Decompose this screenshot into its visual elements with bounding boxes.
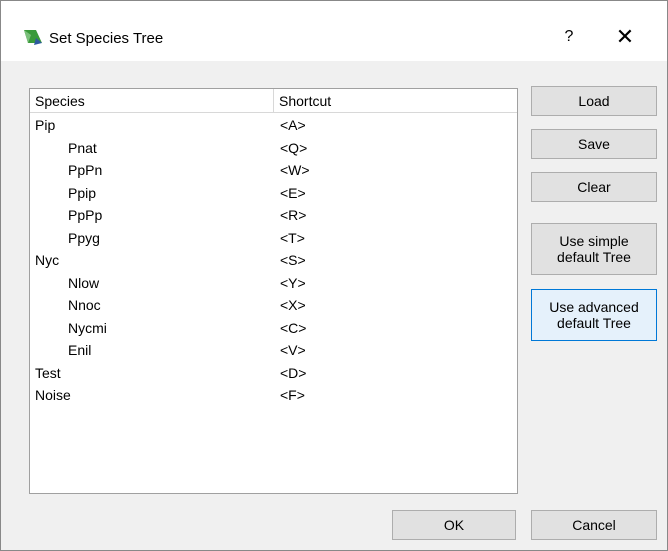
species-shortcut: <Y>: [280, 274, 306, 291]
load-button[interactable]: Load: [531, 86, 657, 116]
tree-rows: Pip <A> Pnat <Q> PpPn <W> Ppip <E> PpPp <R> Ppyg <T…: [30, 114, 517, 407]
clear-button-label: Clear: [577, 179, 611, 195]
tree-header: Species Shortcut: [30, 89, 517, 113]
column-header-species[interactable]: Species: [30, 89, 274, 113]
tree-row[interactable]: Test <D>: [30, 362, 517, 385]
cancel-button[interactable]: Cancel: [531, 510, 657, 540]
cancel-button-label: Cancel: [572, 517, 616, 533]
species-name: Nycmi: [68, 319, 107, 336]
species-name: Ppip: [68, 184, 97, 201]
species-name: Test: [35, 364, 61, 381]
clear-button[interactable]: Clear: [531, 172, 657, 202]
species-name: Nyc: [35, 252, 60, 268]
species-name: PpPp: [68, 207, 103, 223]
species-name: Enil: [68, 342, 92, 358]
save-button-label: Save: [578, 136, 610, 152]
simple-button-label-line1: Use simple: [559, 233, 629, 249]
advanced-button-label-line1: Use advanced: [549, 299, 639, 315]
tree-row[interactable]: Nlow <Y>: [30, 272, 517, 295]
tree-row[interactable]: Nyc <S>: [30, 249, 517, 272]
tree-row[interactable]: Nycmi <C>: [30, 317, 517, 340]
species-shortcut: <F>: [280, 387, 305, 403]
species-shortcut: <S>: [280, 252, 306, 268]
help-button[interactable]: ?: [549, 17, 589, 57]
species-tree-view[interactable]: Species Shortcut Pip <A> Pnat <Q> PpPn <W> Ppi…: [29, 88, 518, 494]
species-shortcut: <V>: [280, 342, 306, 358]
species-shortcut: <A>: [280, 117, 306, 133]
species-name: Pnat: [68, 139, 97, 156]
species-shortcut: <R>: [280, 207, 307, 223]
simple-button-label-line2: default Tree: [557, 249, 631, 265]
tree-row[interactable]: Pip <A>: [30, 114, 517, 137]
species-shortcut: <T>: [280, 229, 305, 246]
species-shortcut: <Q>: [280, 139, 308, 156]
advanced-button-label-line2: default Tree: [557, 315, 631, 331]
window-title: Set Species Tree: [49, 30, 164, 47]
species-name: Nlow: [68, 274, 100, 291]
title-bar: Set Species Tree ? ✕: [1, 1, 667, 61]
species-shortcut: <C>: [280, 319, 307, 336]
tree-row[interactable]: Noise <F>: [30, 384, 517, 407]
save-button[interactable]: Save: [531, 129, 657, 159]
load-button-label: Load: [578, 93, 610, 109]
species-shortcut: <X>: [280, 297, 306, 313]
app-icon: [24, 30, 42, 45]
tree-row[interactable]: Pnat <Q>: [30, 137, 517, 160]
species-name: Noise: [35, 387, 71, 403]
set-species-tree-dialog: Set Species Tree ? ✕ Species Shortcut Pi…: [0, 0, 668, 551]
tree-row[interactable]: Ppyg <T>: [30, 227, 517, 250]
column-header-shortcut[interactable]: Shortcut: [275, 89, 517, 113]
tree-row[interactable]: Nnoc <X>: [30, 294, 517, 317]
tree-row[interactable]: Enil <V>: [30, 339, 517, 362]
tree-row[interactable]: PpPp <R>: [30, 204, 517, 227]
species-shortcut: <D>: [280, 364, 307, 381]
species-name: Ppyg: [68, 229, 100, 246]
close-button[interactable]: ✕: [605, 17, 645, 57]
ok-button[interactable]: OK: [392, 510, 516, 540]
use-advanced-default-tree-button[interactable]: Use advanced default Tree: [531, 289, 657, 341]
species-name: PpPn: [68, 162, 103, 178]
species-name: Pip: [35, 117, 56, 133]
tree-row[interactable]: Ppip <E>: [30, 182, 517, 205]
tree-row[interactable]: PpPn <W>: [30, 159, 517, 182]
species-shortcut: <W>: [280, 162, 310, 178]
use-simple-default-tree-button[interactable]: Use simple default Tree: [531, 223, 657, 275]
ok-button-label: OK: [443, 517, 465, 533]
species-shortcut: <E>: [280, 184, 306, 201]
species-name: Nnoc: [68, 297, 101, 313]
